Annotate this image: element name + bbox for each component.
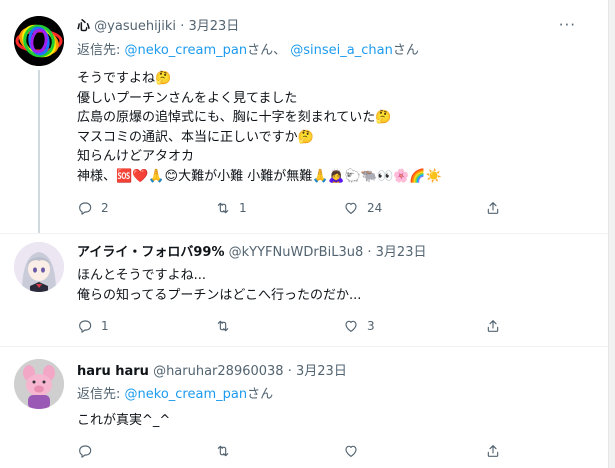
tweet-header: 心 @yasuehijiki · 3月23日: [77, 18, 239, 36]
tweet-date[interactable]: 3月23日: [296, 364, 347, 379]
reply-prefix: 返信先:: [77, 43, 121, 58]
avatar-anime-girl[interactable]: [14, 242, 64, 292]
avatar-rainbow[interactable]: [14, 16, 64, 66]
tweet-text: これが真実^_^: [77, 411, 170, 431]
share-icon: [487, 202, 499, 214]
tweet-line: 神様、🆘❤️🙏😊大難が小難 小難が無難🙏🙇‍♀️🐑🐃👀🌸🌈☀️: [77, 168, 442, 184]
like-count: 24: [367, 201, 383, 215]
retweet-icon: [217, 445, 229, 457]
display-name[interactable]: haru haru: [77, 364, 149, 379]
tweet-actions: 1 3: [77, 318, 537, 338]
separator: ·: [367, 245, 372, 260]
tweet-2[interactable]: アイライ・フォロバ99% @kYYFNuWDrBiL3u8 · 3月23日 ほん…: [0, 234, 608, 346]
reply-button[interactable]: [77, 443, 93, 459]
user-handle[interactable]: @yasuehijiki: [94, 19, 176, 34]
retweet-button[interactable]: [215, 318, 239, 334]
tweet-line: これが真実^_^: [77, 413, 171, 428]
reply-icon: [79, 320, 92, 333]
tweet-1[interactable]: 心 @yasuehijiki · 3月23日 ··· 返信先: @neko_cr…: [0, 0, 608, 235]
tweet-line: 知らんけどアタオカ: [77, 149, 195, 165]
like-button[interactable]: [343, 443, 359, 459]
tweet-date[interactable]: 3月23日: [376, 245, 427, 260]
tweet-line: ほんとそうですよね...: [77, 268, 207, 283]
tweet-line: マスコミの通訳、本当に正しいですか🤔: [77, 129, 314, 145]
separator: ·: [287, 364, 292, 379]
tweet-line: 優しいプーチンさんをよく見てました: [77, 90, 298, 106]
like-button[interactable]: 3: [343, 318, 375, 334]
reply-to-user-link[interactable]: @neko_cream_pan: [125, 43, 248, 58]
reply-button[interactable]: 1: [77, 318, 109, 334]
tweet-3[interactable]: haru haru @haruhar28960038 · 3月23日 返信先: …: [0, 347, 608, 468]
scrollbar[interactable]: [608, 0, 615, 468]
avatar-pink-plush[interactable]: [14, 359, 64, 409]
reply-to-user-link[interactable]: @neko_cream_pan: [125, 387, 248, 402]
share-icon: [487, 445, 499, 457]
tweet-actions: [77, 443, 537, 463]
display-name[interactable]: 心: [77, 19, 90, 34]
retweet-icon: [217, 202, 229, 214]
reply-icon: [79, 202, 92, 215]
heart-icon: [345, 202, 357, 214]
reply-count: 1: [101, 319, 109, 333]
heart-icon: [345, 320, 357, 332]
retweet-icon: [217, 320, 229, 332]
reply-suffix: さん: [392, 43, 419, 58]
tweet-header: アイライ・フォロバ99% @kYYFNuWDrBiL3u8 · 3月23日: [77, 244, 426, 262]
like-button[interactable]: 24: [343, 200, 382, 216]
retweet-count: 1: [239, 201, 247, 215]
tweet-header: haru haru @haruhar28960038 · 3月23日: [77, 363, 347, 381]
reply-suffix: さん: [247, 387, 274, 402]
thread-line: [38, 70, 40, 235]
tweet-text: ほんとそうですよね... 俺らの知ってるプーチンはどこへ行ったのだか...: [77, 266, 361, 305]
like-count: 3: [367, 319, 375, 333]
tweet-text: そうですよね🤔 優しいプーチンさんをよく見てました 広島の原爆の追悼式にも、胸に…: [77, 69, 442, 187]
reply-to-line: 返信先: @neko_cream_panさん、 @sinsei_a_chanさん: [77, 42, 419, 60]
retweet-button[interactable]: [215, 443, 231, 459]
heart-icon: [345, 445, 357, 457]
share-button[interactable]: [485, 443, 501, 459]
share-button[interactable]: [485, 200, 501, 216]
user-handle[interactable]: @haruhar28960038: [153, 364, 284, 379]
user-handle[interactable]: @kYYFNuWDrBiL3u8: [229, 245, 364, 260]
reply-count: 2: [101, 201, 109, 215]
separator: ·: [180, 19, 185, 34]
display-name[interactable]: アイライ・フォロバ99%: [77, 245, 224, 260]
tweet-line: 広島の原爆の追悼式にも、胸に十字を刻まれていた🤔: [77, 110, 392, 126]
tweet-line: 俺らの知ってるプーチンはどこへ行ったのだか...: [77, 287, 362, 303]
tweet-date[interactable]: 3月23日: [188, 19, 239, 34]
retweet-button[interactable]: 1: [215, 200, 247, 216]
share-button[interactable]: [485, 318, 501, 334]
tweet-actions: 2 1 24: [77, 200, 537, 220]
reply-to-line: 返信先: @neko_cream_panさん: [77, 386, 273, 404]
reply-suffix: さん、: [247, 43, 287, 58]
reply-to-user-link[interactable]: @sinsei_a_chan: [290, 43, 393, 58]
reply-prefix: 返信先:: [77, 387, 121, 402]
tweet-line: そうですよね🤔: [77, 71, 172, 86]
share-icon: [487, 320, 499, 332]
reply-button[interactable]: 2: [77, 200, 109, 216]
more-options-icon[interactable]: ···: [559, 16, 576, 34]
reply-icon: [79, 445, 92, 458]
